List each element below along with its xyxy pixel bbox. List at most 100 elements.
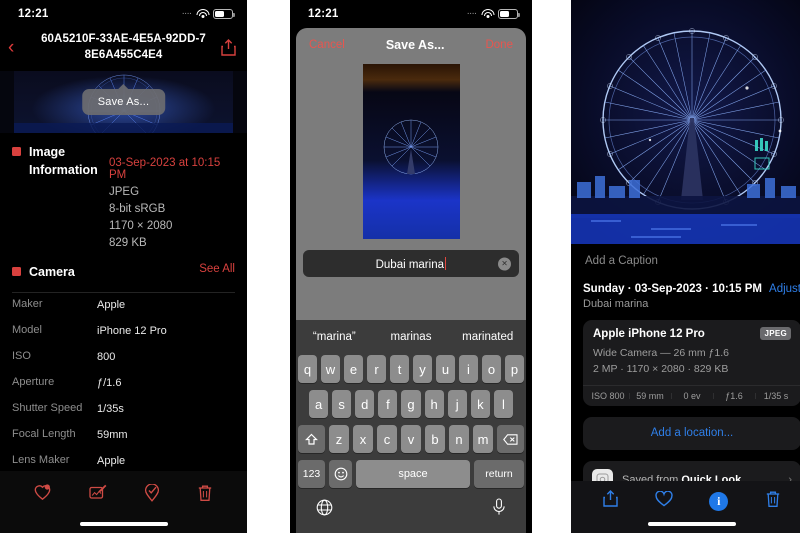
keyboard-bottom-row: [298, 495, 524, 521]
key-j[interactable]: j: [447, 390, 467, 418]
key-x[interactable]: x: [353, 425, 373, 453]
table-row: Model iPhone 12 Pro: [0, 319, 247, 345]
key-n[interactable]: n: [449, 425, 469, 453]
on-screen-keyboard: “marina” marinas marinated q w e r t y u…: [296, 320, 526, 533]
key-r[interactable]: r: [367, 355, 386, 383]
text-cursor: [445, 256, 447, 270]
key-z[interactable]: z: [329, 425, 349, 453]
row-key: Maker: [12, 298, 43, 311]
emoji-icon[interactable]: [329, 460, 352, 488]
caption-input[interactable]: Add a Caption: [571, 244, 800, 279]
title-line-1: 60A5210F-33AE-4E5A-92DD-7: [41, 33, 206, 45]
image-information-title: Image Information: [29, 143, 98, 179]
image-date: 03-Sep-2023 at 10:15 PM: [109, 157, 221, 182]
trash-icon[interactable]: [765, 490, 781, 513]
exif-aperture: ƒ1.6: [713, 391, 755, 401]
image-title-line2: Information: [29, 163, 98, 178]
camera-section-header: Camera See All: [0, 249, 247, 283]
key-h[interactable]: h: [424, 390, 444, 418]
key-f[interactable]: f: [378, 390, 398, 418]
key-a[interactable]: a: [309, 390, 329, 418]
image-colorspace: 8-bit sRGB: [109, 203, 166, 216]
edit-icon[interactable]: [89, 484, 107, 506]
lens-line: Wide Camera — 26 mm ƒ1.6: [593, 347, 729, 359]
key-l[interactable]: l: [493, 390, 513, 418]
tag-heart-icon[interactable]: [34, 484, 52, 506]
photo-full[interactable]: [571, 0, 800, 244]
key-d[interactable]: d: [355, 390, 375, 418]
back-button[interactable]: ‹: [8, 38, 30, 57]
photo-preview[interactable]: Save As...: [0, 71, 247, 134]
row-key: ISO: [12, 350, 31, 363]
table-row: Shutter Speed 1/35s: [0, 397, 247, 423]
key-w[interactable]: w: [321, 355, 340, 383]
location-check-icon[interactable]: [144, 482, 160, 507]
status-bar: 12:21 ....: [290, 0, 532, 28]
done-button[interactable]: Done: [485, 39, 513, 51]
key-s[interactable]: s: [332, 390, 352, 418]
exif-row: ISO 800 59 mm 0 ev ƒ1.6 1/35 s: [583, 384, 800, 406]
key-v[interactable]: v: [401, 425, 421, 453]
cancel-button[interactable]: Cancel: [309, 39, 345, 51]
numbers-key[interactable]: 123: [298, 460, 325, 488]
share-icon[interactable]: [217, 39, 239, 56]
suggestion-1[interactable]: marinas: [373, 331, 450, 343]
camera-card-header: Apple iPhone 12 Pro JPEG: [583, 320, 800, 346]
globe-icon[interactable]: [316, 499, 333, 521]
key-c[interactable]: c: [377, 425, 397, 453]
row-key: Aperture: [12, 376, 55, 389]
key-y[interactable]: y: [413, 355, 432, 383]
row-value: Apple: [97, 455, 126, 468]
key-i[interactable]: i: [459, 355, 478, 383]
camera-card-details: Wide Camera — 26 mm ƒ1.6 2 MP · 1170 × 2…: [583, 346, 800, 385]
microphone-icon[interactable]: [492, 498, 506, 521]
bottom-toolbar: i: [571, 481, 800, 533]
adjust-button[interactable]: Adjust: [769, 283, 800, 295]
image-filesize: 829 KB: [109, 237, 147, 250]
suggestion-0[interactable]: “marina”: [296, 331, 373, 343]
exif-ev: 0 ev: [671, 391, 713, 401]
screenshot-root: 12:21 .... ‹ 60A5210F-33AE-4E5A-92DD-7 8…: [0, 0, 800, 533]
keyboard-row-2: a s d f g h j k l: [298, 390, 524, 418]
exif-shutter: 1/35 s: [755, 391, 797, 401]
info-icon[interactable]: i: [709, 491, 729, 511]
space-key[interactable]: space: [356, 460, 470, 488]
key-e[interactable]: e: [344, 355, 363, 383]
device-name: Apple iPhone 12 Pro: [593, 327, 705, 340]
key-m[interactable]: m: [473, 425, 493, 453]
section-marker-icon: [12, 267, 21, 277]
key-u[interactable]: u: [436, 355, 455, 383]
status-bar: 12:21 ....: [0, 0, 247, 28]
see-all-button[interactable]: See All: [199, 263, 235, 275]
trash-icon[interactable]: [197, 484, 213, 507]
return-key[interactable]: return: [474, 460, 524, 488]
key-o[interactable]: o: [482, 355, 501, 383]
save-as-tooltip[interactable]: Save As...: [81, 84, 166, 116]
row-key: Model: [12, 324, 42, 337]
section-marker-icon: [12, 147, 21, 157]
share-icon[interactable]: [603, 490, 618, 512]
status-time: 12:21: [308, 8, 339, 20]
key-q[interactable]: q: [298, 355, 317, 383]
exif-focal: 59 mm: [629, 391, 671, 401]
sheet-title: Save As...: [385, 38, 445, 52]
photo-place: Dubai marina: [583, 298, 649, 310]
backspace-icon[interactable]: [497, 425, 524, 453]
key-t[interactable]: t: [390, 355, 409, 383]
heart-icon[interactable]: [655, 489, 673, 512]
key-g[interactable]: g: [401, 390, 421, 418]
key-k[interactable]: k: [470, 390, 490, 418]
key-b[interactable]: b: [425, 425, 445, 453]
save-as-sheet: Cancel Save As... Done Dubai marina × “m…: [296, 28, 526, 533]
add-location-button[interactable]: Add a location...: [583, 416, 800, 450]
page-title: 60A5210F-33AE-4E5A-92DD-7 8E6A455C4E4: [30, 32, 217, 63]
key-p[interactable]: p: [505, 355, 524, 383]
image-dimensions: 1170 × 2080: [109, 220, 173, 233]
shift-icon[interactable]: [298, 425, 325, 453]
signal-dots-icon: ....: [182, 8, 192, 16]
suggestion-2[interactable]: marinated: [449, 331, 526, 343]
row-value: ƒ/1.6: [97, 377, 122, 390]
clear-icon[interactable]: ×: [498, 257, 511, 270]
filename-input[interactable]: Dubai marina ×: [303, 250, 519, 277]
keyboard-row-3: z x c v b n m: [298, 425, 524, 453]
